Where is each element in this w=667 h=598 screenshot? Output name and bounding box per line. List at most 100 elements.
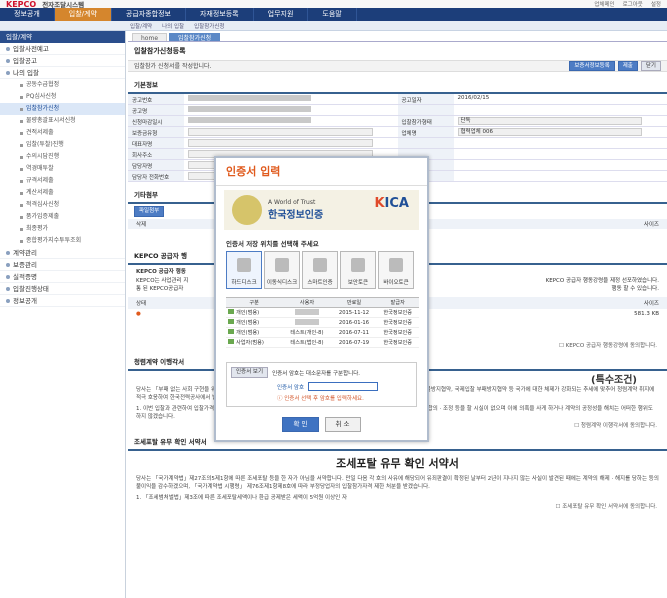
sidebar-subitem[interactable]: 적격심사신청 [0, 199, 125, 211]
guide-bar: 입찰참가 신청서를 작성합니다. 보증서정보등록 제출 닫기 [128, 60, 667, 72]
nav-item-material[interactable]: 자재정보등록 [186, 8, 254, 21]
sidebar-item[interactable]: 보증관리 [0, 259, 125, 271]
tax-para-1: 당사는 「국가계약법」제27조의5제1항에 따른 조세포탈 등을 한 자가 아님… [136, 476, 659, 490]
tab-current[interactable]: 입찰참가신청 [169, 33, 221, 42]
breadcrumb-2[interactable]: 나의 입찰 [162, 22, 184, 30]
clean-agree-checkbox[interactable]: 청렴계약 이행각서에 동의합니다. [581, 423, 657, 429]
cancel-button[interactable]: 취 소 [324, 417, 361, 432]
kepco-agree-checkbox[interactable]: KEPCO 공급자 행동강령에 동의합니다. [566, 343, 657, 349]
table-row[interactable]: 개인(범용) 2015-11-12 한국정보인증 [226, 307, 419, 318]
sidebar-subitem[interactable]: 품가입증제출 [0, 211, 125, 223]
sidebar-item[interactable]: 정보공개 [0, 295, 125, 307]
sidebar-subitem[interactable]: 종합평가지수투투조회 [0, 235, 125, 247]
table-row[interactable]: 개인(범용) 2016-01-16 한국정보인증 [226, 317, 419, 328]
table-row[interactable]: 개인(범용) 테스트(개인-8) 2016-07-11 한국정보인증 [226, 327, 419, 338]
sidebar-subitem[interactable]: PQ심사신청 [0, 91, 125, 103]
bullet-icon [20, 155, 23, 159]
bullet-icon [20, 119, 23, 123]
nav-item-supplier[interactable]: 공급자종합정보 [112, 8, 186, 21]
password-area: 인증서 보기 인증서 암호는 대소문자를 구분합니다. 인증서 암호 ⓘ 인증서… [226, 362, 417, 407]
bullet-icon [20, 227, 23, 231]
bullet-icon [20, 107, 23, 111]
nav-item-help[interactable]: 도움말 [308, 8, 357, 21]
col-user: 사용자 [282, 297, 332, 308]
submit-button[interactable]: 제출 [617, 61, 638, 71]
dot-icon [6, 286, 10, 291]
col-delete: 삭제 [136, 222, 147, 228]
sidebar-subitem[interactable]: 견적서제출 [0, 127, 125, 139]
dot-icon [6, 70, 10, 75]
basic-info-title: 기본정보 [128, 76, 667, 94]
file-size: 581.3 KB [634, 311, 659, 317]
sidebar-item[interactable]: 입찰공고 [0, 55, 125, 67]
sidebar-item[interactable]: 입찰진행상태 [0, 283, 125, 295]
view-cert-button[interactable]: 인증서 보기 [231, 367, 269, 378]
usb-icon [275, 258, 289, 272]
sidebar-subitem[interactable]: 최종평가 [0, 223, 125, 235]
field-label: 업체명 [397, 127, 454, 138]
sidebar-item[interactable]: 계약관리 [0, 247, 125, 259]
bullet-icon [20, 95, 23, 99]
location-bio[interactable]: 바이오토큰 [378, 251, 414, 289]
cert-register-button[interactable]: 보증서정보등록 [569, 61, 615, 71]
file-attach-button[interactable]: 파일첨부 [134, 206, 165, 217]
ok-button[interactable]: 확 인 [282, 417, 319, 432]
tab-bar: home 입찰참가신청 [128, 31, 667, 42]
bullet-icon [20, 83, 23, 87]
tab-home[interactable]: home [132, 33, 168, 42]
nav-item-support[interactable]: 업무지원 [254, 8, 309, 21]
participation-type-select[interactable]: 단독 [457, 117, 643, 125]
sidebar-subitem[interactable]: 입찰(투찰)진행 [0, 139, 125, 151]
main-nav: 정보공개 입찰/계약 공급자종합정보 자재정보등록 업무지원 도움말 [0, 8, 667, 21]
col-size: 사이즈 [643, 222, 659, 228]
sidebar-item[interactable]: 나의 입찰 [0, 67, 125, 79]
fingerprint-icon [389, 258, 403, 272]
top-link-settings[interactable]: 설정 [651, 0, 661, 8]
field-label: 신청마감일시 [128, 116, 184, 127]
table-row[interactable]: 사업자(범용) 테스트(법인-8) 2016-07-19 한국정보인증 [226, 337, 419, 348]
col-issuer: 발급자 [376, 297, 419, 308]
dot-icon [6, 46, 10, 51]
nav-item-info[interactable]: 정보공개 [0, 8, 55, 21]
location-token[interactable]: 보안토큰 [340, 251, 376, 289]
banner-company: 한국정보인증 [268, 210, 324, 221]
kica-banner: A World of Trust 한국정보인증 KICA [224, 190, 419, 230]
notice-date-value: 2016/02/15 [453, 94, 667, 105]
bullet-icon [20, 143, 23, 147]
dot-icon [6, 58, 10, 63]
sidebar-subitem[interactable]: 역경매투찰 [0, 163, 125, 175]
close-button[interactable]: 닫기 [640, 61, 661, 71]
certificate-icon [228, 319, 234, 324]
sidebar-item[interactable]: 실적증명 [0, 271, 125, 283]
sidebar-subitem[interactable]: 수의시담진행 [0, 151, 125, 163]
dot-icon [6, 262, 10, 267]
breadcrumb-1[interactable]: 입찰/계약 [130, 22, 152, 30]
deposit-type-select[interactable] [188, 128, 373, 136]
sidebar-subitem-selected[interactable]: 입찰참가신청 [0, 103, 125, 115]
nav-item-bid[interactable]: 입찰/계약 [54, 8, 112, 21]
top-link-main[interactable]: 업체메인 [594, 0, 614, 8]
field-label: 담당자명 [128, 160, 184, 171]
cert-modal: 인증서 입력 A World of Trust 한국정보인증 KICA 인증서 … [214, 156, 429, 442]
bullet-icon [20, 203, 23, 207]
breadcrumb-3[interactable]: 입찰참가신청 [194, 22, 224, 30]
tax-big-title: 조세포탈 유무 확인 서약서 [336, 457, 459, 470]
field-label: 공고일자 [397, 94, 454, 105]
case-note: 인증서 암호는 대소문자를 구분합니다. [272, 370, 361, 377]
field-label: 담당자 전화번호 [128, 171, 184, 182]
location-removable[interactable]: 이동식디스크 [264, 251, 300, 289]
sidebar-subitem[interactable]: 계산서제출 [0, 187, 125, 199]
bid-no-value [188, 95, 312, 101]
page-title: 입찰참가신청등록 [134, 47, 186, 55]
location-harddisk[interactable]: 하드디스크 [226, 251, 262, 289]
sidebar-item[interactable]: 입찰사전예고 [0, 43, 125, 55]
tax-agree-checkbox[interactable]: 조세포탈 유무 확인 서약서에 동의합니다. [562, 504, 657, 510]
sidebar-subitem[interactable]: 규격서제출 [0, 175, 125, 187]
sidebar-subitem[interactable]: 공동수급협정 [0, 79, 125, 91]
password-input[interactable] [308, 382, 379, 391]
top-link-logout[interactable]: 로그아웃 [623, 0, 643, 8]
sidebar: 입찰/계약 입찰사전예고 입찰공고 나의 입찰 공동수급협정 PQ심사신청 입찰… [0, 31, 126, 598]
field-label: 보증금유형 [128, 127, 184, 138]
location-smart[interactable]: 스마트인증 [302, 251, 338, 289]
sidebar-subitem[interactable]: 물량총괄표시서신청 [0, 115, 125, 127]
